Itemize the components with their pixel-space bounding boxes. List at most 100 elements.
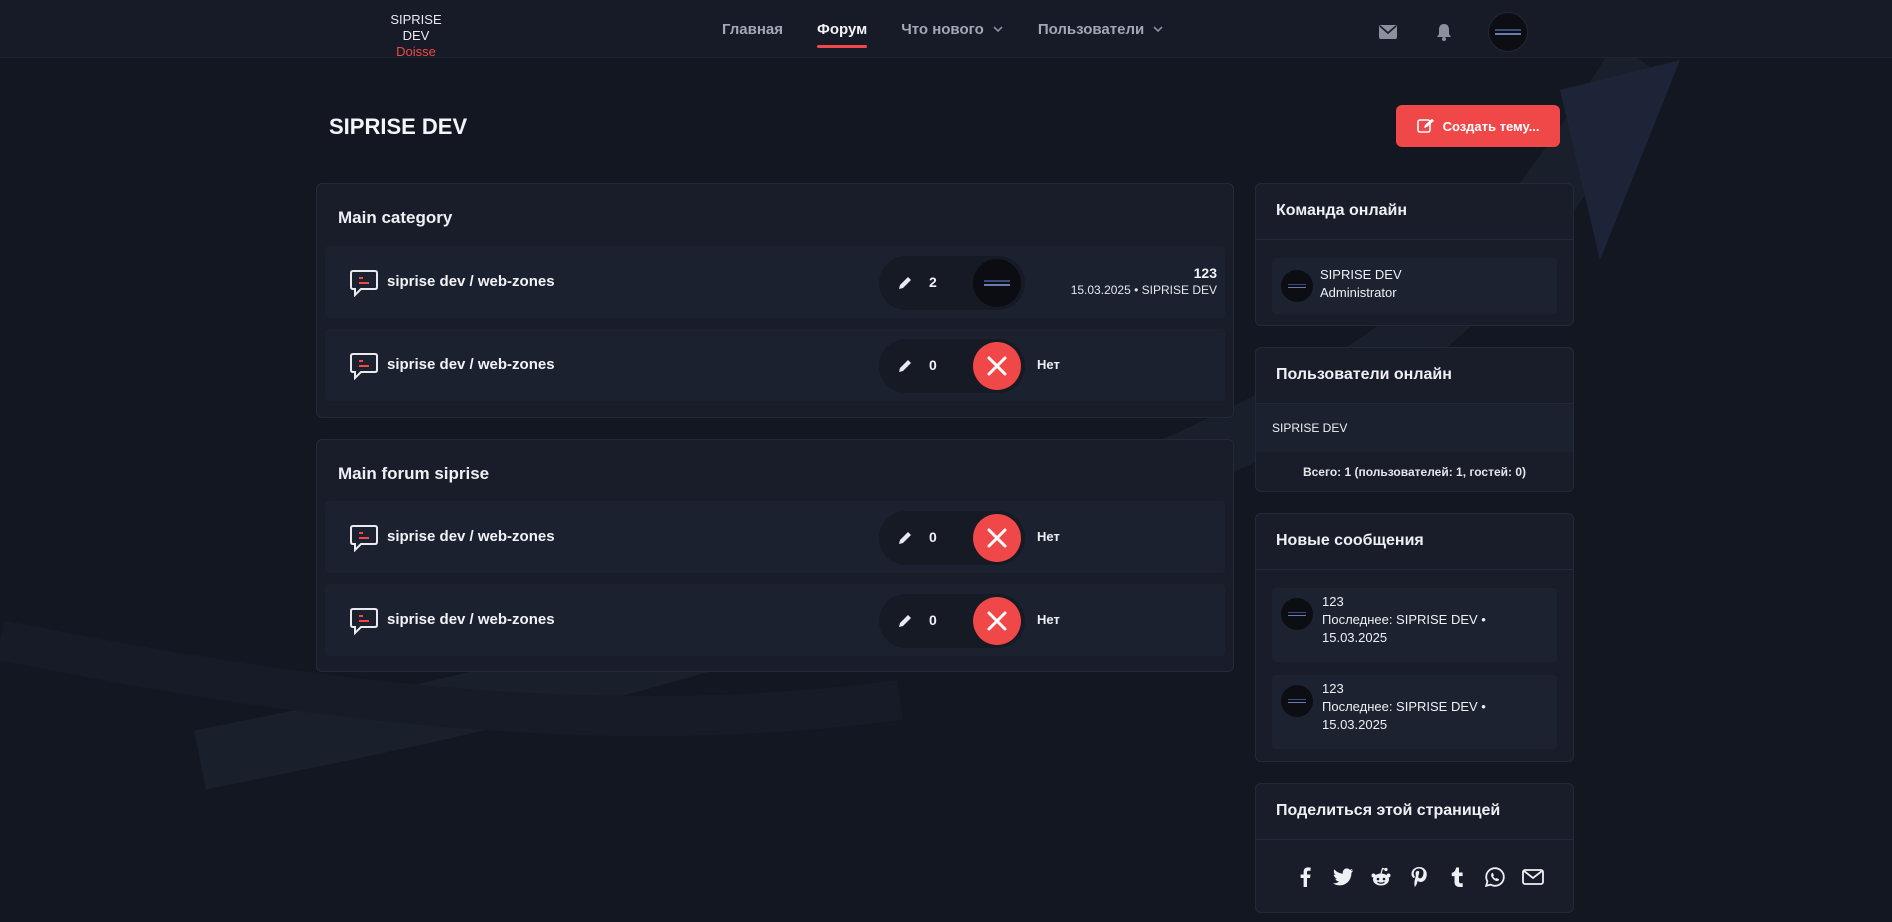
email-icon[interactable] — [1522, 866, 1544, 888]
member-avatar[interactable] — [1281, 270, 1313, 302]
chevron-down-icon — [1153, 26, 1163, 33]
user-avatar[interactable] — [1488, 12, 1528, 52]
new-post-item[interactable]: 123 Последнее: SIPRISE DEV • 15.03.2025 — [1272, 588, 1557, 662]
new-posts-widget: Новые сообщения 123 Последнее: SIPRISE D… — [1255, 513, 1574, 762]
divider — [1256, 569, 1573, 570]
nav-item-forum[interactable]: Форум — [817, 18, 868, 48]
forum-row[interactable]: siprise dev / web-zones 0 Нет — [325, 329, 1225, 401]
last-post[interactable]: 123 15.03.2025 • SIPRISE DEV — [1071, 264, 1217, 298]
no-posts-label: Нет — [1037, 612, 1060, 627]
forum-row[interactable]: siprise dev / web-zones 2 123 15.03.2025… — [325, 246, 1225, 318]
reddit-icon[interactable] — [1370, 866, 1392, 888]
chat-bubble-icon — [350, 608, 378, 635]
post-meta: Последнее: SIPRISE DEV • — [1322, 612, 1486, 627]
last-poster-avatar[interactable] — [973, 259, 1021, 307]
thread-count: 2 — [929, 274, 937, 290]
create-thread-label: Создать тему... — [1442, 118, 1540, 134]
nav-label: Пользователи — [1037, 20, 1145, 38]
bell-icon[interactable] — [1432, 20, 1456, 44]
forum-stats: 2 — [879, 256, 1025, 310]
main-nav: Главная Форум Что нового Пользователи — [722, 18, 1198, 48]
pinterest-icon[interactable] — [1408, 866, 1430, 888]
post-author-avatar[interactable] — [1281, 685, 1313, 717]
forum-title[interactable]: siprise dev / web-zones — [387, 356, 555, 373]
no-posts-label: Нет — [1037, 357, 1060, 372]
nav-label: Форум — [817, 20, 868, 38]
thread-count: 0 — [929, 357, 937, 373]
facebook-icon[interactable] — [1294, 866, 1316, 888]
member-role: Administrator — [1320, 285, 1397, 300]
widget-title: Новые сообщения — [1276, 532, 1424, 549]
whatsapp-icon[interactable] — [1484, 866, 1506, 888]
no-posts-icon — [973, 514, 1021, 562]
no-posts-icon — [973, 597, 1021, 645]
member-name[interactable]: SIPRISE DEV — [1320, 266, 1402, 284]
brand-title: SIPRISE DEV — [390, 12, 442, 43]
divider — [1256, 239, 1573, 240]
team-online-widget: Команда онлайн SIPRISE DEV Administrator — [1255, 183, 1574, 326]
post-title[interactable]: 123 — [1322, 680, 1486, 698]
widget-title: Пользователи онлайн — [1276, 366, 1452, 383]
widget-title: Команда онлайн — [1276, 202, 1408, 219]
nav-item-whats-new[interactable]: Что нового — [901, 18, 1004, 40]
header-actions — [1376, 12, 1528, 52]
last-post-meta: 15.03.2025 • SIPRISE DEV — [1070, 283, 1217, 297]
brand-subtitle: Doisse — [396, 44, 436, 59]
new-post-item[interactable]: 123 Последнее: SIPRISE DEV • 15.03.2025 — [1272, 675, 1557, 749]
nav-item-users[interactable]: Пользователи — [1038, 18, 1164, 40]
forum-title[interactable]: siprise dev / web-zones — [387, 528, 555, 545]
pencil-icon — [899, 532, 911, 544]
widget-title: Поделиться этой страницей — [1276, 802, 1501, 819]
no-posts-icon — [973, 342, 1021, 390]
post-date: 15.03.2025 — [1322, 630, 1388, 645]
pencil-icon — [899, 277, 911, 289]
share-widget: Поделиться этой страницей — [1255, 783, 1574, 913]
last-post-title[interactable]: 123 — [1071, 264, 1217, 282]
users-online-widget: Пользователи онлайн SIPRISE DEV Всего: 1… — [1255, 347, 1574, 492]
forum-stats: 0 — [879, 511, 1025, 565]
site-brand[interactable]: SIPRISE DEV Doisse — [376, 12, 456, 60]
create-thread-button[interactable]: Создать тему... — [1396, 105, 1560, 147]
post-title[interactable]: 123 — [1322, 593, 1486, 611]
chat-bubble-icon — [350, 525, 378, 552]
no-posts-label: Нет — [1037, 529, 1060, 544]
edit-icon — [1416, 118, 1434, 133]
avatar-logo — [1495, 29, 1521, 35]
online-total: Всего: 1 (пользователей: 1, гостей: 0) — [1302, 465, 1527, 479]
category-title: Main forum siprise — [338, 464, 490, 483]
avatar-logo — [1288, 284, 1306, 288]
forum-row[interactable]: siprise dev / web-zones 0 Нет — [325, 584, 1225, 656]
tumblr-icon[interactable] — [1446, 866, 1468, 888]
post-date: 15.03.2025 — [1322, 717, 1388, 732]
pencil-icon — [899, 360, 911, 372]
nav-item-home[interactable]: Главная — [722, 18, 783, 40]
forum-title[interactable]: siprise dev / web-zones — [387, 611, 555, 628]
share-buttons — [1294, 866, 1560, 888]
page-title: SIPRISE DEV — [329, 114, 468, 139]
pencil-icon — [899, 615, 911, 627]
divider — [1256, 839, 1573, 840]
forum-stats: 0 — [879, 594, 1025, 648]
forum-stats: 0 — [879, 339, 1025, 393]
online-user[interactable]: SIPRISE DEV — [1272, 421, 1347, 435]
envelope-icon[interactable] — [1376, 20, 1400, 44]
chat-bubble-icon — [350, 353, 378, 380]
forum-title[interactable]: siprise dev / web-zones — [387, 273, 555, 290]
category-title: Main category — [338, 208, 453, 227]
avatar-logo — [984, 280, 1010, 286]
team-member[interactable]: SIPRISE DEV Administrator — [1272, 258, 1557, 314]
thread-count: 0 — [929, 529, 937, 545]
post-meta: Последнее: SIPRISE DEV • — [1322, 699, 1486, 714]
nav-label: Главная — [722, 20, 784, 38]
chat-bubble-icon — [350, 270, 378, 297]
twitter-icon[interactable] — [1332, 866, 1354, 888]
chevron-down-icon — [993, 26, 1003, 33]
avatar-logo — [1288, 699, 1306, 703]
category-block: Main category siprise dev / web-zones 2 … — [316, 183, 1234, 418]
forum-row[interactable]: siprise dev / web-zones 0 Нет — [325, 501, 1225, 573]
online-list: SIPRISE DEV — [1256, 404, 1573, 452]
post-author-avatar[interactable] — [1281, 598, 1313, 630]
nav-label: Что нового — [901, 20, 984, 38]
top-navigation-bar: SIPRISE DEV Doisse Главная Форум Что нов… — [0, 0, 1892, 60]
category-block: Main forum siprise siprise dev / web-zon… — [316, 439, 1234, 672]
